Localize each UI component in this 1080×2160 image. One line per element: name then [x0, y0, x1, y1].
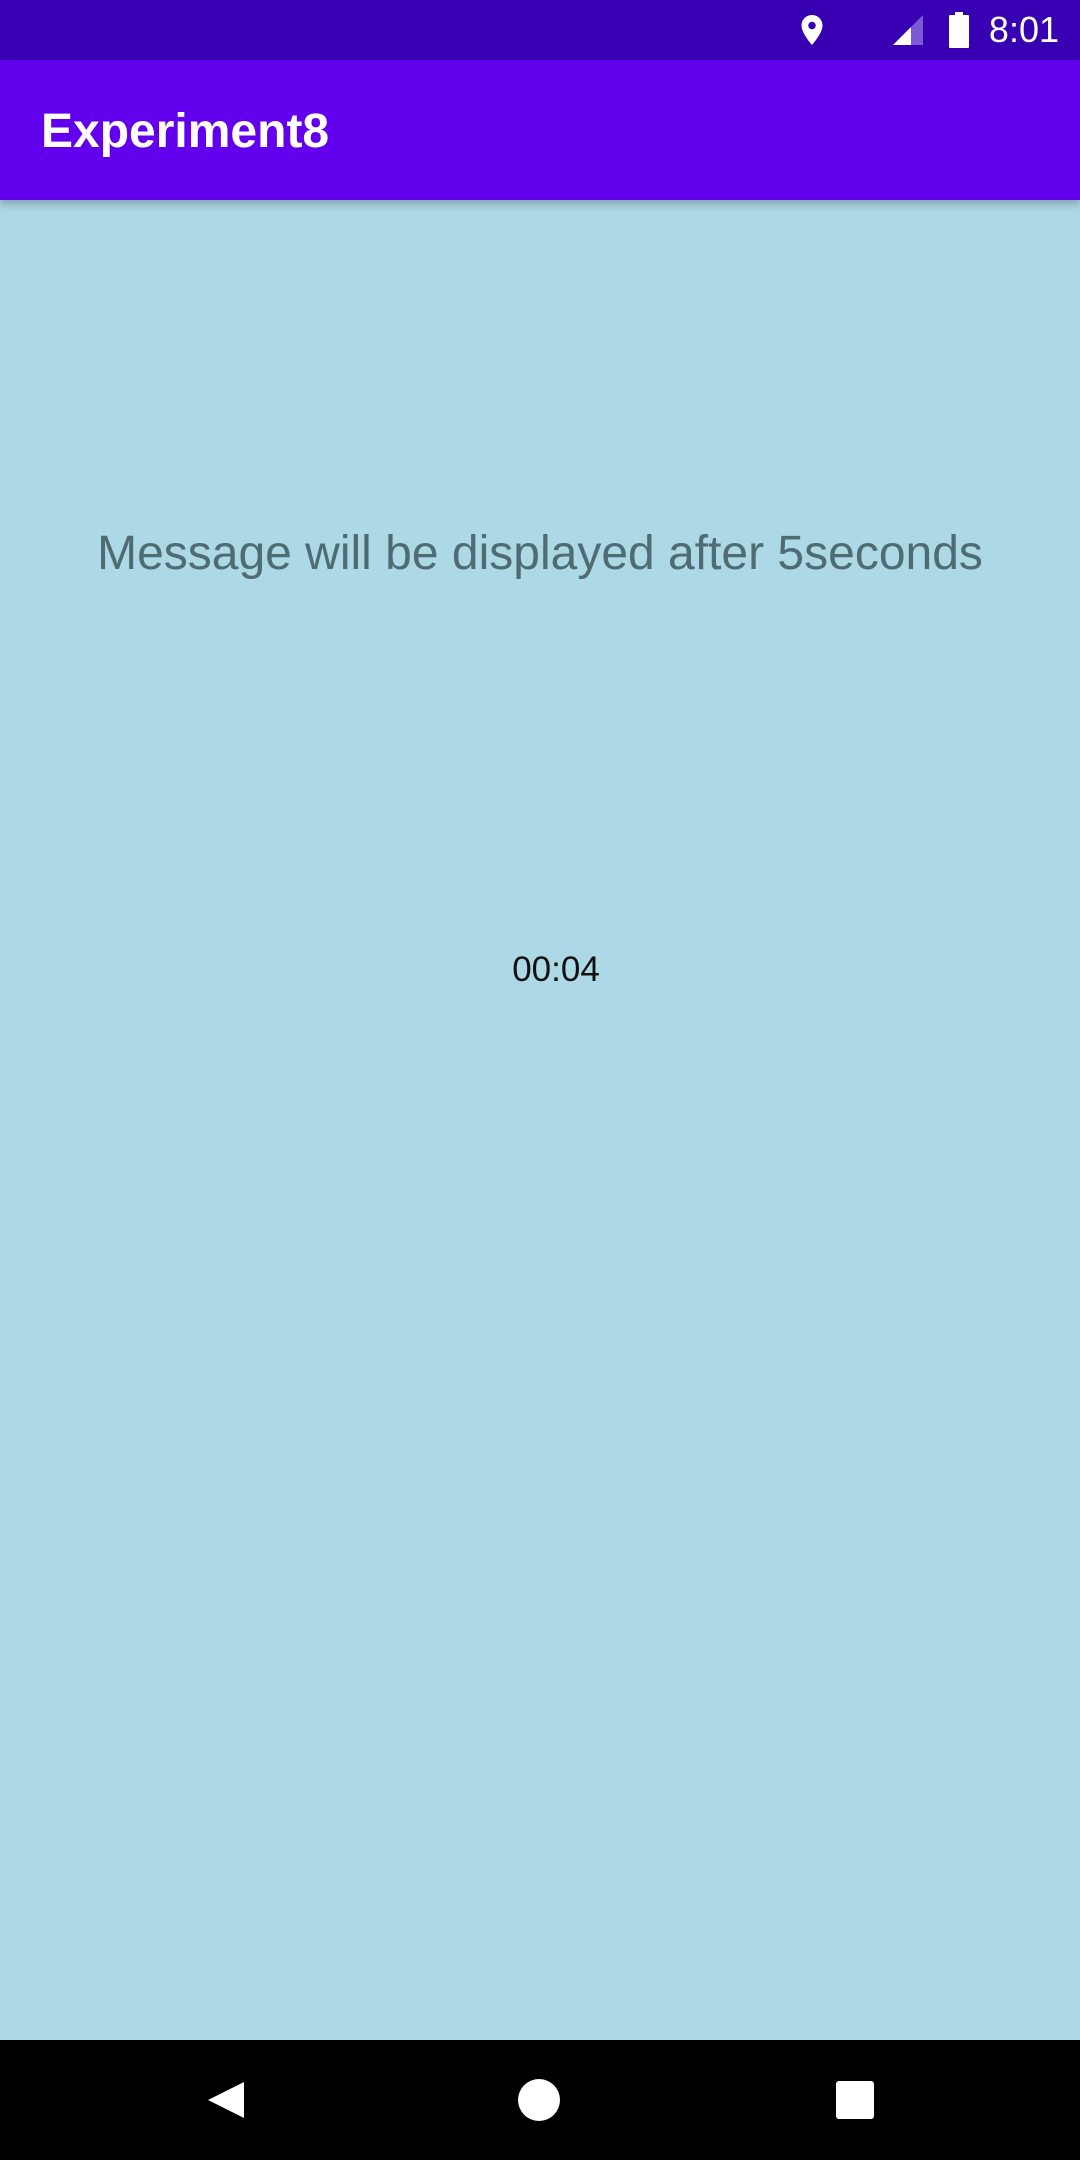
cell-signal-icon [893, 15, 923, 45]
home-icon[interactable] [509, 2070, 569, 2130]
recents-icon[interactable] [825, 2070, 885, 2130]
status-bar: 8:01 [0, 0, 1080, 60]
status-time: 8:01 [988, 9, 1059, 50]
main-content: Message will be displayed after 5seconds… [0, 200, 1080, 2040]
countdown-timer: 00:04 [512, 950, 600, 989]
location-icon [801, 15, 823, 45]
back-icon[interactable] [196, 2070, 256, 2130]
navigation-bar [0, 2040, 1080, 2160]
app-title: Experiment8 [41, 105, 330, 158]
app-bar: Experiment8 [0, 60, 1080, 200]
battery-icon [949, 12, 969, 48]
message-text: Message will be displayed after 5seconds [97, 527, 983, 580]
